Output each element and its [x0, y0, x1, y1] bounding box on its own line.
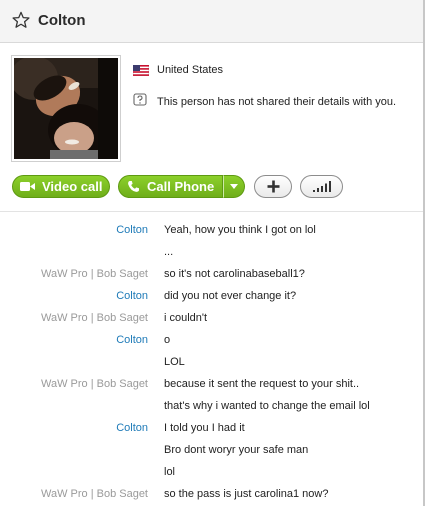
question-icon — [133, 93, 147, 106]
message-text: o — [164, 334, 171, 346]
message-text: so the pass is just carolina1 now? — [164, 488, 329, 500]
message-sender[interactable]: Colton — [116, 290, 148, 302]
message-text: so it's not carolinabaseball1? — [164, 268, 305, 280]
message-text: i couldn't — [164, 312, 208, 324]
call-quality-button[interactable] — [300, 175, 343, 198]
call-phone-button[interactable]: Call Phone — [118, 175, 223, 198]
signal-bars-icon — [312, 181, 331, 192]
call-options-dropdown[interactable] — [223, 175, 245, 198]
message-sender[interactable]: Colton — [116, 224, 148, 236]
chat-message: WaW Pro | Bob Saget i couldn't — [0, 307, 423, 329]
us-flag-icon — [133, 65, 149, 76]
chat-message: Colton Yeah, how you think I got on lol — [0, 219, 423, 241]
video-call-button[interactable]: Video call — [12, 175, 110, 198]
message-text: Bro dont woryr your safe man — [164, 444, 309, 456]
chat-message: Colton did you not ever change it? — [0, 285, 423, 307]
message-text: because it sent the request to your shit… — [164, 378, 360, 390]
chat-message: LOL — [0, 351, 423, 373]
chat-message: WaW Pro | Bob Saget so the pass is just c… — [0, 483, 423, 505]
location-country: United States — [157, 64, 224, 76]
message-sender[interactable]: Colton — [116, 334, 148, 346]
chat-history: Colton Yeah, how you think I got on lol..… — [0, 219, 423, 505]
chat-message: ... — [0, 241, 423, 263]
contact-name-title: Colton — [38, 12, 86, 29]
star-outline-icon[interactable] — [12, 11, 30, 29]
message-text: I told you I had it — [164, 422, 245, 434]
message-sender[interactable]: WaW Pro | Bob Saget — [41, 312, 148, 324]
chat-message: lol — [0, 461, 423, 483]
chat-message: that's why i wanted to change the email … — [0, 395, 423, 417]
chat-message: Colton I told you I had it — [0, 417, 423, 439]
message-sender[interactable]: WaW Pro | Bob Saget — [41, 378, 148, 390]
conversation-header: Colton — [0, 0, 425, 43]
call-phone-label: Call Phone — [147, 179, 215, 194]
privacy-notice: This person has not shared their details… — [157, 96, 397, 108]
message-text: that's why i wanted to change the email … — [164, 400, 370, 412]
header-divider — [0, 211, 423, 212]
caret-down-icon — [230, 184, 238, 189]
plus-icon — [267, 180, 279, 193]
add-button[interactable] — [254, 175, 292, 198]
chat-message: WaW Pro | Bob Saget so it's not carolinab… — [0, 263, 423, 285]
chat-message: WaW Pro | Bob Saget because it sent the r… — [0, 373, 423, 395]
chat-message: Colton o — [0, 329, 423, 351]
message-text: LOL — [164, 356, 185, 368]
message-sender[interactable]: WaW Pro | Bob Saget — [41, 268, 148, 280]
chat-message: Bro dont woryr your safe man — [0, 439, 423, 461]
video-call-label: Video call — [42, 179, 103, 194]
phone-icon — [128, 181, 139, 192]
video-camera-icon — [20, 182, 35, 191]
profile-photo — [14, 58, 118, 159]
message-sender[interactable]: WaW Pro | Bob Saget — [41, 488, 148, 500]
message-sender[interactable]: Colton — [116, 422, 148, 434]
message-text: ... — [164, 246, 174, 258]
message-text: Yeah, how you think I got on lol — [164, 224, 316, 236]
message-text: did you not ever change it? — [164, 290, 297, 302]
message-text: lol — [164, 466, 176, 478]
avatar[interactable] — [11, 55, 121, 162]
